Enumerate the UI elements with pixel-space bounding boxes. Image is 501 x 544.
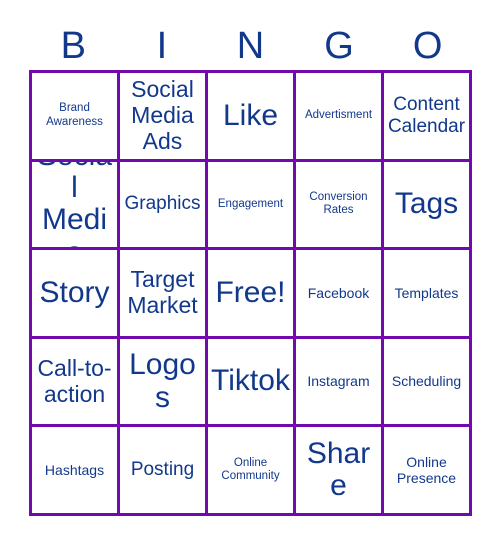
bingo-cell-r2c1[interactable]: Social Media xyxy=(32,161,120,251)
bingo-cell-label: Target Market xyxy=(127,266,198,318)
bingo-grid: Brand Awareness Social Media Ads Like Adver… xyxy=(29,70,472,516)
bingo-cell-r4c3[interactable]: Tiktok xyxy=(208,338,296,428)
bingo-cell-r4c1[interactable]: Call-to-action xyxy=(32,338,120,428)
bingo-cell-r5c5[interactable]: Online Presence xyxy=(384,427,472,516)
bingo-cell-label: Online Community xyxy=(221,456,280,483)
bingo-cell-r4c4[interactable]: Instagram xyxy=(296,338,384,428)
bingo-header-row: B I N G O xyxy=(29,22,472,70)
bingo-cell-label: Tiktok xyxy=(211,364,290,398)
bingo-cell-r3c4[interactable]: Facebook xyxy=(296,250,384,339)
bingo-cell-label: Engagement xyxy=(217,197,284,210)
bingo-header-letter-b: B xyxy=(60,25,86,67)
bingo-cell-label: Posting xyxy=(130,459,195,481)
bingo-card: B I N G O Brand Awareness Social Media Ad… xyxy=(0,0,501,544)
bingo-cell-r1c5[interactable]: Content Calendar xyxy=(384,73,472,162)
bingo-cell-r4c2[interactable]: Logos xyxy=(120,338,208,428)
bingo-cell-r1c4[interactable]: Advertisment xyxy=(296,73,384,162)
bingo-cell-label: Social Media xyxy=(37,162,112,248)
bingo-cell-label: Social Media Ads xyxy=(131,76,194,154)
bingo-cell-r4c5[interactable]: Scheduling xyxy=(384,338,472,428)
bingo-cell-label: Hashtags xyxy=(44,462,105,479)
bingo-cell-label: Call-to-action xyxy=(37,354,112,407)
bingo-cell-r5c3[interactable]: Online Community xyxy=(208,427,296,516)
bingo-cell-r5c4[interactable]: Share xyxy=(296,427,384,516)
bingo-cell-label: Instagram xyxy=(307,373,370,390)
bingo-cell-r1c1[interactable]: Brand Awareness xyxy=(32,73,120,162)
bingo-header-letter-o: O xyxy=(412,25,443,67)
bingo-cell-r3c1[interactable]: Story xyxy=(32,250,120,339)
bingo-cell-label: Online Presence xyxy=(396,453,457,487)
bingo-cell-label: Advertisment xyxy=(304,109,373,122)
bingo-cell-r5c1[interactable]: Hashtags xyxy=(32,427,120,516)
bingo-cell-label: Story xyxy=(39,275,110,309)
bingo-cell-label: Conversion Rates xyxy=(309,190,368,217)
bingo-header-letter-i: I xyxy=(156,25,168,67)
bingo-cell-r3c3[interactable]: Free! xyxy=(208,250,296,339)
bingo-cell-label: Templates xyxy=(394,284,459,301)
bingo-cell-label: Tags xyxy=(394,187,459,221)
bingo-cell-label: Facebook xyxy=(307,284,370,301)
bingo-cell-label: Share xyxy=(306,436,371,503)
bingo-cell-r1c3[interactable]: Like xyxy=(208,73,296,162)
bingo-cell-r3c2[interactable]: Target Market xyxy=(120,250,208,339)
bingo-cell-label: Graphics xyxy=(124,193,201,215)
bingo-cell-label: Brand Awareness xyxy=(46,102,103,128)
bingo-cell-r2c2[interactable]: Graphics xyxy=(120,161,208,251)
bingo-header-letter-g: G xyxy=(324,25,354,67)
bingo-cell-label: Like xyxy=(222,98,279,132)
bingo-cell-r2c4[interactable]: Conversion Rates xyxy=(296,161,384,251)
bingo-cell-r2c5[interactable]: Tags xyxy=(384,161,472,251)
bingo-cell-label: Content Calendar xyxy=(387,93,466,137)
bingo-cell-r5c2[interactable]: Posting xyxy=(120,427,208,516)
bingo-cell-r2c3[interactable]: Engagement xyxy=(208,161,296,251)
bingo-cell-label: Scheduling xyxy=(391,373,462,390)
bingo-cell-r1c2[interactable]: Social Media Ads xyxy=(120,73,208,162)
bingo-cell-label: Logos xyxy=(129,348,196,414)
bingo-cell-r3c5[interactable]: Templates xyxy=(384,250,472,339)
bingo-cell-label: Free! xyxy=(215,275,286,309)
bingo-header-letter-n: N xyxy=(236,25,265,67)
